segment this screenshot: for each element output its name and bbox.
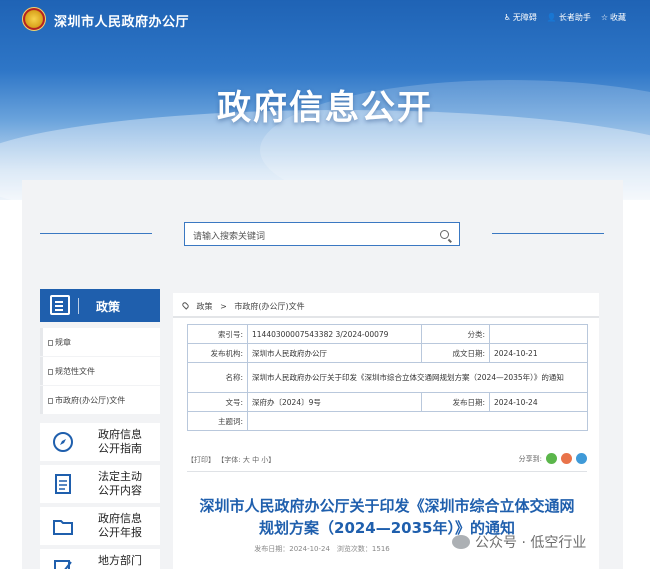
site-name[interactable]: 深圳市人民政府办公厅 bbox=[54, 11, 189, 30]
pubdate-value: 2024-10-24 bbox=[489, 392, 588, 412]
article-tools: 【打印】 【字体: 大 中 小】 分享到: bbox=[187, 453, 587, 465]
main-content: 政策 > 市政府(办公厅)文件 索引号: 11440300007543382 3… bbox=[173, 293, 599, 569]
date-value: 2024-10-21 bbox=[489, 343, 588, 363]
font-size-close: 】 bbox=[268, 456, 276, 464]
print-button[interactable]: 【打印】 bbox=[187, 456, 215, 464]
content-panel: 请输入搜索关键词 政策 规章 规范性文件 市政府(办公厅)文件 政府信息 公开指南… bbox=[22, 180, 623, 569]
sidebar-item-normative-docs[interactable]: 规范性文件 bbox=[40, 357, 160, 385]
sidebar-card-label: 政府信息 公开年报 bbox=[98, 512, 142, 540]
favorite-link[interactable]: ☆ 收藏 bbox=[601, 12, 626, 23]
sidebar-card-label: 政府信息 公开指南 bbox=[98, 428, 142, 456]
folder-icon bbox=[53, 520, 73, 535]
search-input[interactable]: 请输入搜索关键词 bbox=[184, 222, 460, 246]
accessibility-link[interactable]: ♿ 无障碍 bbox=[504, 12, 537, 23]
breadcrumb-item-policy[interactable]: 政策 bbox=[197, 302, 213, 311]
divider bbox=[78, 298, 79, 314]
card-line: 公开指南 bbox=[98, 442, 142, 455]
top-links: ♿ 无障碍 👤 长者助手 ☆ 收藏 bbox=[504, 12, 626, 23]
font-large-button[interactable]: 大 bbox=[243, 456, 250, 464]
weibo-share-icon[interactable] bbox=[561, 453, 572, 464]
sidebar-head-label: 政策 bbox=[96, 300, 121, 314]
name-value: 深圳市人民政府办公厅关于印发《深圳市综合立体交通网规划方案（2024—2035年… bbox=[247, 362, 588, 393]
wechat-icon bbox=[452, 535, 470, 549]
location-icon bbox=[181, 301, 190, 310]
category-value bbox=[489, 324, 588, 344]
publisher-value: 深圳市人民政府办公厅 bbox=[247, 343, 422, 363]
compass-icon bbox=[53, 432, 73, 452]
search-icon[interactable] bbox=[440, 230, 449, 239]
sidebar-card-mandatory[interactable]: 法定主动 公开内容 bbox=[40, 465, 160, 503]
publish-info: 发布日期：2024-10-24 浏览次数：1516 bbox=[254, 545, 390, 553]
watermark: 公众号 · 低空行业 bbox=[452, 532, 586, 552]
file-icon bbox=[48, 369, 53, 375]
index-label: 索引号: bbox=[187, 324, 248, 344]
search-divider-right bbox=[492, 233, 604, 234]
publisher-label: 发布机构: bbox=[187, 343, 248, 363]
breadcrumb-item-gov-docs[interactable]: 市政府(办公厅)文件 bbox=[234, 302, 304, 311]
favorite-label: 收藏 bbox=[610, 13, 626, 22]
docno-label: 文号: bbox=[187, 392, 248, 412]
search-divider-left bbox=[40, 233, 152, 234]
name-label: 名称: bbox=[187, 362, 248, 393]
sidebar-card-label: 法定主动 公开内容 bbox=[98, 470, 142, 498]
edit-icon bbox=[54, 560, 72, 569]
sidebar-item-label: 市政府(办公厅)文件 bbox=[55, 396, 126, 405]
table-row: 名称: 深圳市人民政府办公厅关于印发《深圳市综合立体交通网规划方案（2024—2… bbox=[187, 362, 588, 393]
card-line: 法定主动 bbox=[98, 470, 142, 483]
category-label: 分类: bbox=[421, 324, 490, 344]
title-line: 深圳市人民政府办公厅关于印发《深圳市综合立体交通网 bbox=[199, 497, 575, 515]
document-icon bbox=[55, 474, 71, 494]
share-label: 分享到: bbox=[518, 454, 542, 463]
document-icon bbox=[50, 295, 70, 315]
share-bar: 分享到: bbox=[519, 453, 587, 464]
qq-share-icon[interactable] bbox=[576, 453, 587, 464]
font-size-label: 【字体: bbox=[217, 456, 241, 464]
sidebar-card-guide[interactable]: 政府信息 公开指南 bbox=[40, 423, 160, 461]
pubdate-label: 发布日期: bbox=[421, 392, 490, 412]
sidebar-card-label: 地方部门 bbox=[98, 554, 142, 568]
card-line: 政府信息 bbox=[98, 512, 142, 525]
document-info-table: 索引号: 11440300007543382 3/2024-00079 分类: … bbox=[187, 324, 588, 431]
date-label: 成文日期: bbox=[421, 343, 490, 363]
card-line: 公开内容 bbox=[98, 484, 142, 497]
table-row: 文号: 深府办〔2024〕9号 发布日期: 2024-10-24 bbox=[187, 392, 588, 412]
sidebar-item-gov-docs[interactable]: 市政府(办公厅)文件 bbox=[40, 386, 160, 414]
font-medium-button[interactable]: 中 bbox=[252, 456, 259, 464]
header-banner: 深圳市人民政府办公厅 ♿ 无障碍 👤 长者助手 ☆ 收藏 政府信息公开 bbox=[0, 0, 650, 200]
search-placeholder: 请输入搜索关键词 bbox=[193, 232, 266, 242]
watermark-text: 公众号 · 低空行业 bbox=[475, 535, 587, 551]
docno-value: 深府办〔2024〕9号 bbox=[247, 392, 422, 412]
index-value: 11440300007543382 3/2024-00079 bbox=[247, 324, 422, 344]
card-line: 地方部门 bbox=[98, 554, 142, 567]
keywords-label: 主题词: bbox=[187, 411, 248, 431]
banner-title: 政府信息公开 bbox=[217, 88, 433, 128]
keywords-value bbox=[247, 411, 588, 431]
sidebar-item-regulations[interactable]: 规章 bbox=[40, 328, 160, 356]
elder-assist-label: 长者助手 bbox=[558, 13, 591, 22]
table-row: 主题词: bbox=[187, 411, 588, 431]
divider bbox=[187, 471, 587, 472]
breadcrumb-separator: > bbox=[220, 302, 227, 311]
card-line: 政府信息 bbox=[98, 428, 142, 441]
sidebar-item-label: 规范性文件 bbox=[55, 367, 95, 376]
sidebar-card-local-dept[interactable]: 地方部门 bbox=[40, 549, 160, 569]
table-row: 索引号: 11440300007543382 3/2024-00079 分类: bbox=[187, 324, 588, 344]
breadcrumb: 政策 > 市政府(办公厅)文件 bbox=[173, 293, 599, 318]
national-emblem-icon[interactable] bbox=[22, 7, 46, 31]
table-row: 发布机构: 深圳市人民政府办公厅 成文日期: 2024-10-21 bbox=[187, 343, 588, 363]
file-icon bbox=[48, 398, 53, 404]
wechat-share-icon[interactable] bbox=[546, 453, 557, 464]
elder-assist-link[interactable]: 👤 长者助手 bbox=[547, 12, 591, 23]
sidebar-item-label: 规章 bbox=[55, 338, 71, 347]
file-icon bbox=[48, 340, 53, 346]
card-line: 公开年报 bbox=[98, 526, 142, 539]
sidebar-head-policy[interactable]: 政策 bbox=[40, 289, 160, 322]
sidebar-card-annual-report[interactable]: 政府信息 公开年报 bbox=[40, 507, 160, 545]
accessibility-label: 无障碍 bbox=[512, 13, 537, 22]
